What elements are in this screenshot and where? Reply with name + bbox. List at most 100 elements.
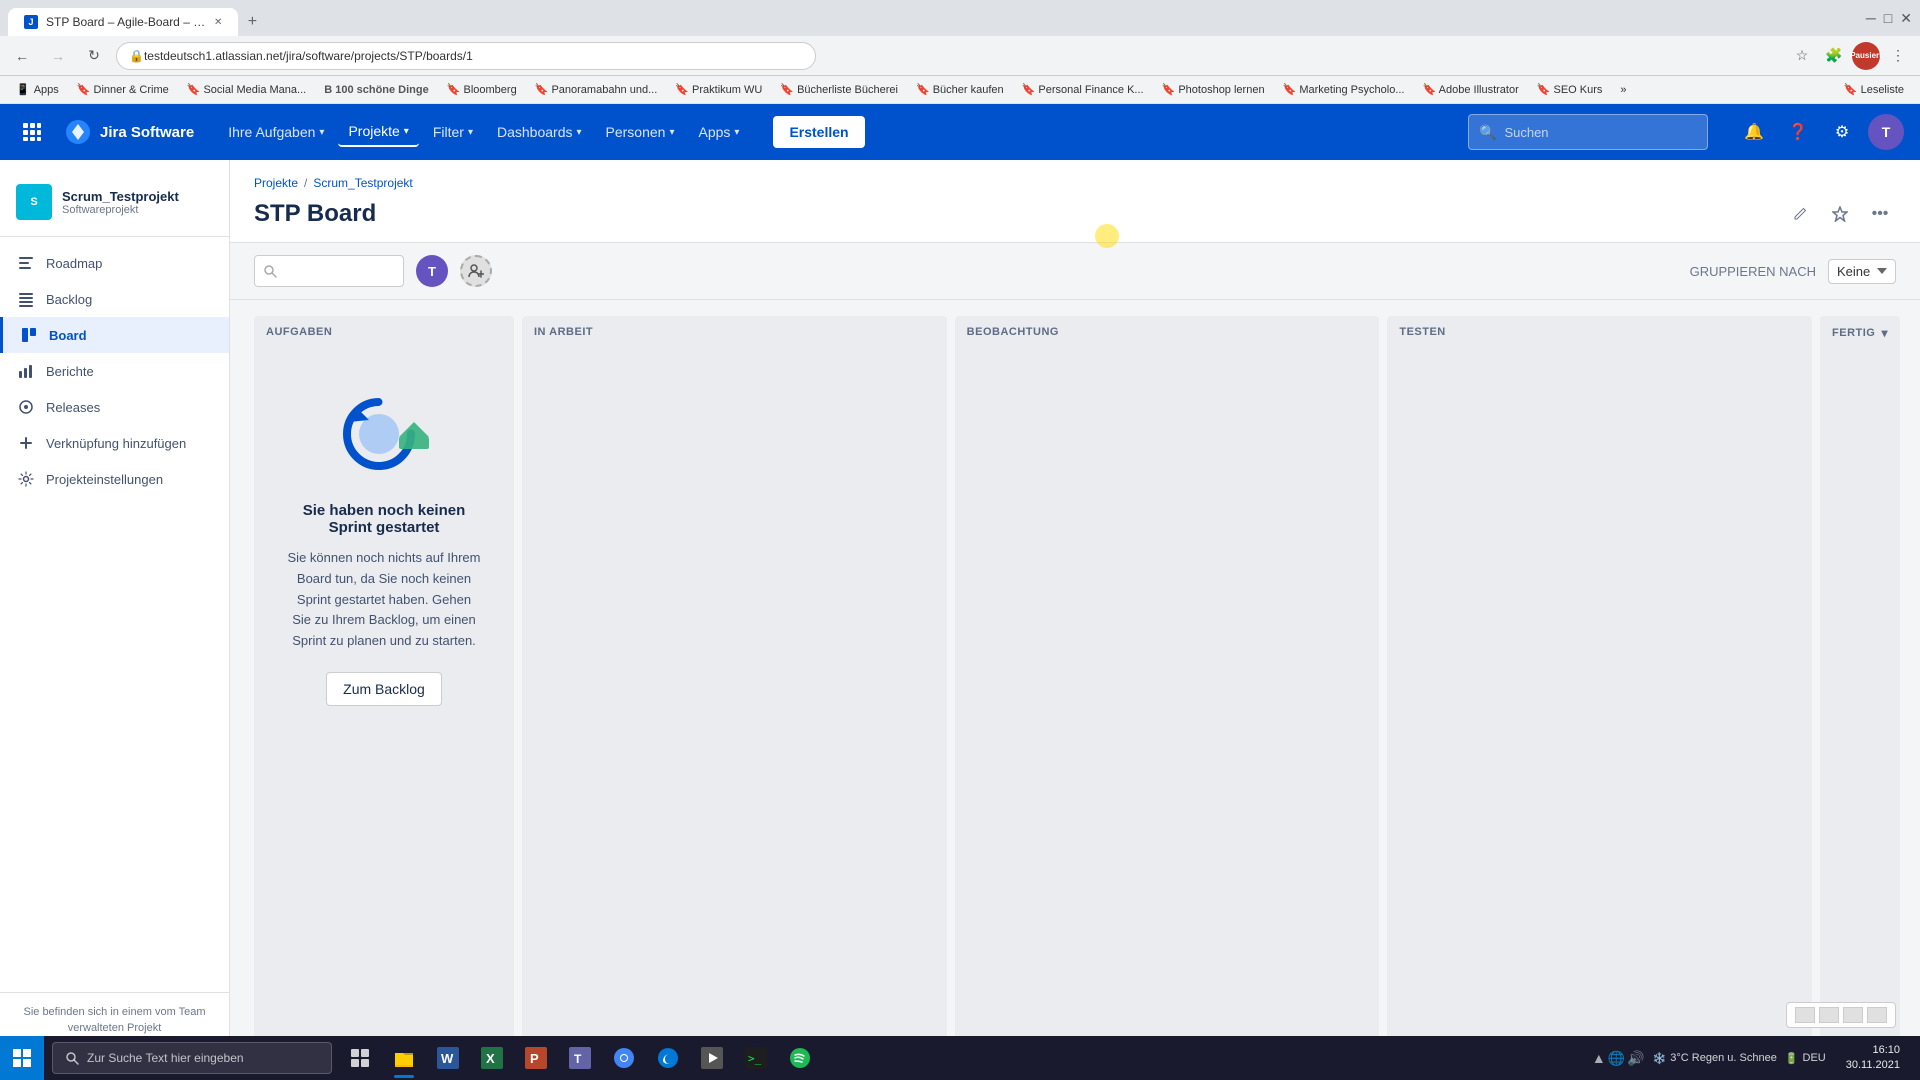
bookmark-photoshop[interactable]: 🔖 Photoshop lernen <box>1154 81 1273 98</box>
tab-close-btn[interactable]: ✕ <box>214 17 222 28</box>
nav-apps[interactable]: Apps ▾ <box>688 118 749 146</box>
clock-date: 30.11.2021 <box>1846 1058 1900 1073</box>
active-tab[interactable]: J STP Board – Agile-Board – Jira ✕ <box>8 8 238 36</box>
chevron-down-icon: ▾ <box>404 126 409 137</box>
bookmark-finance[interactable]: 🔖 Personal Finance K... <box>1014 81 1152 98</box>
show-desktop-btn[interactable] <box>1912 1036 1920 1080</box>
taskbar-systray: ▲ 🌐 🔊 ❄️ 3°C Regen u. Schnee 🔋 DEU <box>1584 1048 1834 1069</box>
teams-btn[interactable]: T <box>560 1036 600 1080</box>
star-board-btn[interactable] <box>1824 198 1856 230</box>
notifications-icon[interactable]: 🔔 <box>1736 114 1772 150</box>
group-by-select[interactable]: Keine <box>1828 259 1896 284</box>
nav-ihre-aufgaben[interactable]: Ihre Aufgaben ▾ <box>218 118 334 146</box>
tab-title: STP Board – Agile-Board – Jira <box>46 15 206 29</box>
word-btn[interactable]: W <box>428 1036 468 1080</box>
back-btn[interactable]: ← <box>8 42 36 70</box>
sidebar-item-settings[interactable]: Projekteinstellungen <box>0 461 229 497</box>
board-search-input[interactable] <box>283 264 383 279</box>
breadcrumb-projekte[interactable]: Projekte <box>254 176 298 190</box>
browser-chrome: J STP Board – Agile-Board – Jira ✕ + ─ □… <box>0 0 1920 36</box>
forward-btn[interactable]: → <box>44 42 72 70</box>
minimize-btn[interactable]: ─ <box>1866 10 1876 27</box>
sidebar-item-berichte[interactable]: Berichte <box>0 353 229 389</box>
column-testen-header: TESTEN <box>1387 316 1812 348</box>
column-in-arbeit: IN ARBEIT <box>522 316 947 1056</box>
bookmark-apps[interactable]: 📱 Apps <box>8 81 67 98</box>
project-name: Scrum_Testprojekt <box>62 189 179 204</box>
tray-up-icon[interactable]: ▲ <box>1592 1050 1606 1066</box>
maximize-btn[interactable]: □ <box>1884 10 1892 27</box>
column-aufgaben-header: AUFGABEN <box>254 316 514 348</box>
media-btn[interactable] <box>692 1036 732 1080</box>
bookmark-adobe[interactable]: 🔖 Adobe Illustrator <box>1415 81 1527 98</box>
new-tab-button[interactable]: + <box>238 8 266 36</box>
window-controls: ─ □ ✕ <box>1866 10 1912 27</box>
jira-logo[interactable]: Jira Software <box>64 118 194 146</box>
user-avatar[interactable]: T <box>1868 114 1904 150</box>
sidebar-item-add-link[interactable]: Verknüpfung hinzufügen <box>0 425 229 461</box>
bookmark-dinner[interactable]: 🔖 Dinner & Crime <box>69 81 177 98</box>
bookmark-buecher-kaufen[interactable]: 🔖 Bücher kaufen <box>908 81 1012 98</box>
powerpoint-btn[interactable]: P <box>516 1036 556 1080</box>
start-button[interactable] <box>0 1036 44 1080</box>
bookmark-seo[interactable]: 🔖 SEO Kurs <box>1529 81 1611 98</box>
edit-title-btn[interactable] <box>1784 198 1816 230</box>
address-bar[interactable]: 🔒 testdeutsch1.atlassian.net/jira/softwa… <box>116 42 816 70</box>
bookmark-more[interactable]: » <box>1612 82 1634 98</box>
sidebar-item-backlog[interactable]: Backlog <box>0 281 229 317</box>
close-btn[interactable]: ✕ <box>1900 10 1912 27</box>
page-title-row: STP Board ••• <box>254 198 1896 242</box>
waffle-menu-button[interactable] <box>16 116 48 148</box>
bookmark-buecherliste[interactable]: 🔖 Bücherliste Bücherei <box>772 81 906 98</box>
star-bookmark-icon[interactable]: ☆ <box>1788 42 1816 70</box>
terminal-btn[interactable]: >_ <box>736 1036 776 1080</box>
nav-personen[interactable]: Personen ▾ <box>596 118 685 146</box>
user-avatar-filter[interactable]: T <box>416 255 448 287</box>
backlog-button[interactable]: Zum Backlog <box>326 672 442 706</box>
nav-projekte[interactable]: Projekte ▾ <box>338 117 418 147</box>
create-button[interactable]: Erstellen <box>773 116 864 148</box>
nav-filter[interactable]: Filter ▾ <box>423 118 483 146</box>
menu-icon[interactable]: ⋮ <box>1884 42 1912 70</box>
file-explorer-btn[interactable] <box>384 1036 424 1080</box>
refresh-btn[interactable]: ↻ <box>80 42 108 70</box>
edge-btn[interactable] <box>648 1036 688 1080</box>
settings-icon <box>16 469 36 489</box>
bookmark-social[interactable]: 🔖 Social Media Mana... <box>179 81 314 98</box>
bookmark-praktikum[interactable]: 🔖 Praktikum WU <box>667 81 770 98</box>
board-search[interactable] <box>254 255 404 287</box>
bookmark-panorama[interactable]: 🔖 Panoramabahn und... <box>527 81 666 98</box>
lock-icon: 🔒 <box>129 49 144 63</box>
column-in-arbeit-header: IN ARBEIT <box>522 316 947 348</box>
search-input[interactable] <box>1504 125 1697 140</box>
bookmark-100[interactable]: B 100 schöne Dinge <box>316 82 437 98</box>
sidebar-item-board[interactable]: Board <box>0 317 229 353</box>
tray-volume-icon[interactable]: 🔊 <box>1627 1050 1644 1067</box>
bookmark-marketing[interactable]: 🔖 Marketing Psycholo... <box>1275 81 1413 98</box>
bookmark-bloomberg[interactable]: 🔖 Bloomberg <box>439 81 525 98</box>
taskview-btn[interactable] <box>340 1036 380 1080</box>
spotify-btn[interactable] <box>780 1036 820 1080</box>
profile-button[interactable]: Pausiert <box>1852 42 1880 70</box>
tray-network-icon[interactable]: 🌐 <box>1608 1050 1625 1067</box>
taskbar-clock[interactable]: 16:10 30.11.2021 <box>1834 1043 1912 1074</box>
nav-dashboards[interactable]: Dashboards ▾ <box>487 118 592 146</box>
more-options-btn[interactable]: ••• <box>1864 198 1896 230</box>
sidebar-project: S Scrum_Testprojekt Softwareprojekt <box>0 176 229 237</box>
sidebar-item-releases[interactable]: Releases <box>0 389 229 425</box>
taskbar-search[interactable]: Zur Suche Text hier eingeben <box>52 1042 332 1074</box>
chrome-btn[interactable] <box>604 1036 644 1080</box>
add-member-filter-btn[interactable] <box>460 255 492 287</box>
taskbar-search-text: Zur Suche Text hier eingeben <box>87 1051 244 1065</box>
excel-btn[interactable]: X <box>472 1036 512 1080</box>
weather-widget[interactable]: ❄️ 3°C Regen u. Schnee <box>1649 1048 1781 1069</box>
search-bar[interactable]: 🔍 <box>1468 114 1708 150</box>
address-text: testdeutsch1.atlassian.net/jira/software… <box>144 49 473 63</box>
fertig-chevron-icon[interactable]: ▾ <box>1881 326 1888 340</box>
bookmark-leseliste[interactable]: 🔖 Leseliste <box>1836 81 1912 98</box>
sidebar-item-roadmap[interactable]: Roadmap <box>0 245 229 281</box>
help-icon[interactable]: ❓ <box>1780 114 1816 150</box>
breadcrumb-project[interactable]: Scrum_Testprojekt <box>313 176 412 190</box>
extensions-icon[interactable]: 🧩 <box>1820 42 1848 70</box>
settings-icon[interactable]: ⚙ <box>1824 114 1860 150</box>
